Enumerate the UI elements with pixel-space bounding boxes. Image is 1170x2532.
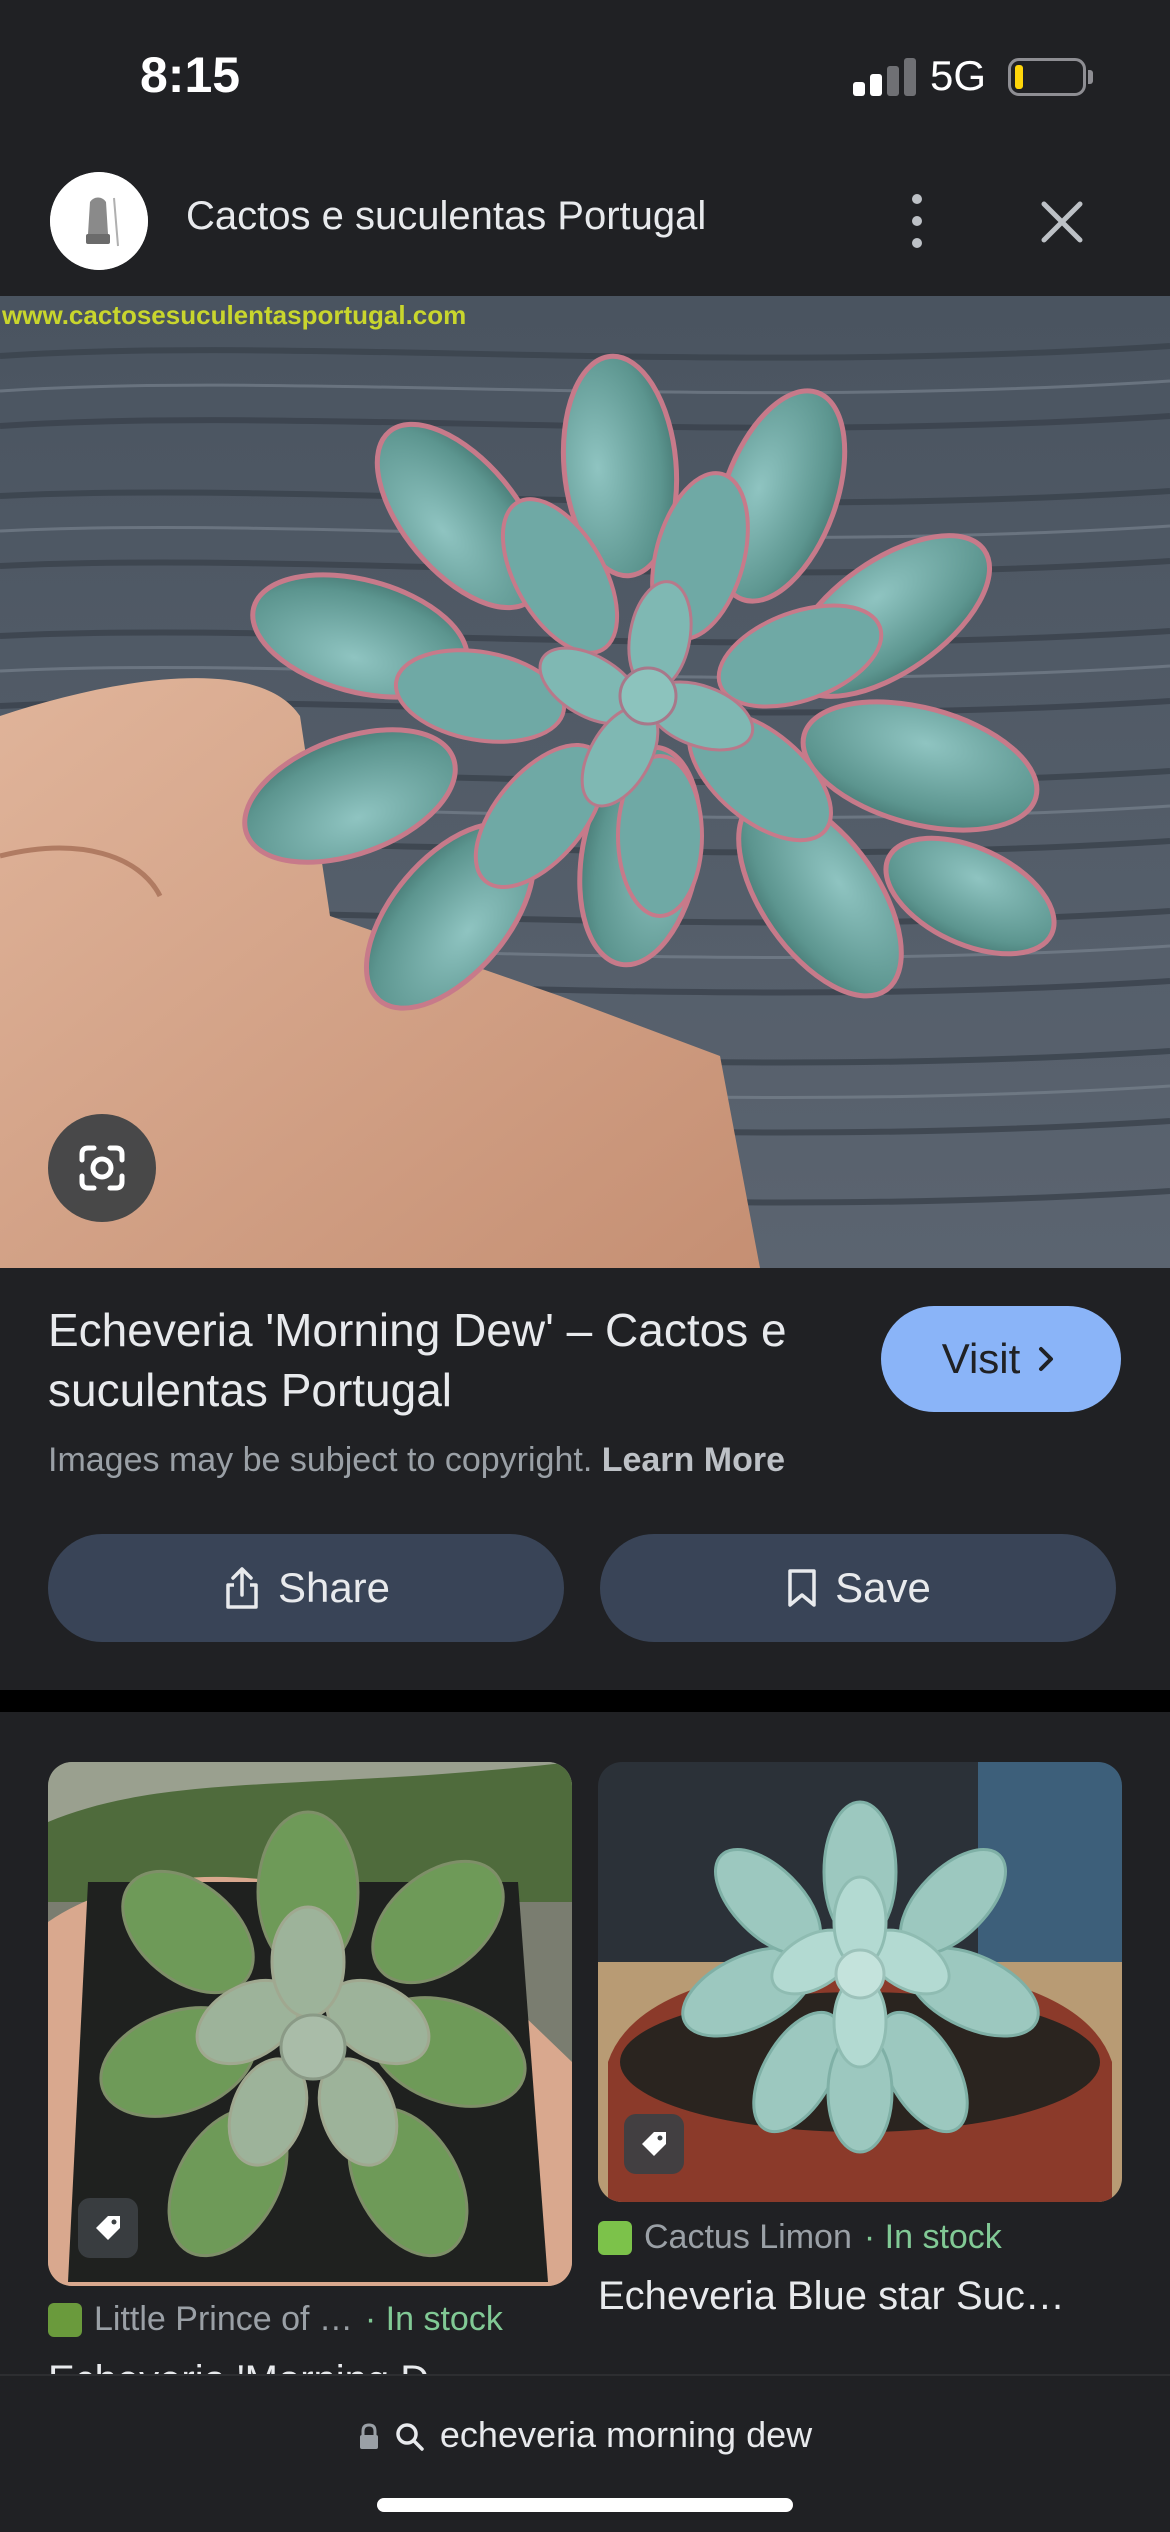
close-button[interactable] xyxy=(1030,190,1094,254)
viewer-header: Cactos e suculentas Portugal xyxy=(0,150,1170,296)
bookmark-icon xyxy=(788,1569,816,1607)
visit-button[interactable]: Visit xyxy=(881,1306,1121,1412)
shopping-tag-badge xyxy=(624,2114,684,2174)
share-icon xyxy=(226,1567,258,1609)
result-source-line: Cactus Limon · In stock xyxy=(598,2218,1002,2257)
visit-label: Visit xyxy=(941,1335,1021,1382)
lens-search-button[interactable] xyxy=(48,1114,156,1222)
related-result-image[interactable] xyxy=(48,1762,572,2286)
battery-tip xyxy=(1088,70,1093,84)
tag-icon xyxy=(642,2132,666,2156)
stock-status: · In stock xyxy=(364,2300,503,2338)
shopping-tag-badge xyxy=(78,2198,138,2258)
result-source: Little Prince of … xyxy=(94,2300,353,2338)
site-logo-icon xyxy=(50,172,148,270)
battery-icon xyxy=(1008,58,1086,96)
lock-icon xyxy=(359,2423,378,2450)
chevron-right-icon xyxy=(1039,1347,1054,1371)
close-icon xyxy=(1041,201,1083,243)
bottom-url-bar: echeveria morning dew xyxy=(0,2374,1170,2532)
image-title[interactable]: Echeveria 'Morning Dew' – Cactos e sucul… xyxy=(48,1300,848,1420)
related-result-card[interactable]: Little Prince of … · In stock Echeveria … xyxy=(48,1762,572,2402)
favicon-icon xyxy=(48,2302,82,2337)
search-query: echeveria morning dew xyxy=(439,2414,813,2455)
related-result-image[interactable] xyxy=(598,1762,1122,2202)
more-vert-icon xyxy=(912,194,922,204)
learn-more-link[interactable]: Learn More xyxy=(602,1441,785,1479)
related-result-card[interactable]: Cactus Limon · In stock Echeveria Blue s… xyxy=(598,1762,1122,2322)
url-bar[interactable]: echeveria morning dew xyxy=(0,2414,1170,2456)
result-title[interactable]: Echeveria Blue star Suc… xyxy=(598,2274,1065,2319)
status-bar: 8:15 5G xyxy=(0,0,1170,150)
save-label: Save xyxy=(835,1564,931,1611)
more-options-button[interactable] xyxy=(892,186,942,256)
status-time: 8:15 xyxy=(140,47,241,103)
lens-icon xyxy=(79,1145,125,1191)
share-label: Share xyxy=(277,1564,391,1611)
copyright-text: Images may be subject to copyright. xyxy=(48,1441,593,1479)
save-button[interactable]: Save xyxy=(600,1534,1116,1642)
image-watermark: www.cactosesuculentasportugal.com xyxy=(2,300,467,330)
search-icon xyxy=(396,2423,424,2452)
tag-icon xyxy=(96,2216,120,2240)
header-title: Cactos e suculentas Portugal xyxy=(186,194,707,238)
site-avatar[interactable] xyxy=(50,172,148,270)
succulent-photo xyxy=(0,296,1170,1268)
stock-status: · In stock xyxy=(863,2218,1002,2256)
image-viewer-page: 8:15 5G Cactos e suculentas Portugal www… xyxy=(0,0,1170,2532)
network-type: 5G xyxy=(930,52,987,99)
result-source-line: Little Prince of … · In stock xyxy=(48,2300,503,2339)
favicon-icon xyxy=(598,2220,632,2255)
main-image[interactable]: www.cactosesuculentasportugal.com xyxy=(0,296,1170,1268)
signal-icon xyxy=(853,58,917,96)
result-source: Cactus Limon xyxy=(644,2218,852,2256)
home-indicator[interactable] xyxy=(377,2498,793,2512)
copyright-notice: Images may be subject to copyright. Lear… xyxy=(48,1441,785,1480)
section-divider xyxy=(0,1690,1170,1712)
share-button[interactable]: Share xyxy=(48,1534,564,1642)
